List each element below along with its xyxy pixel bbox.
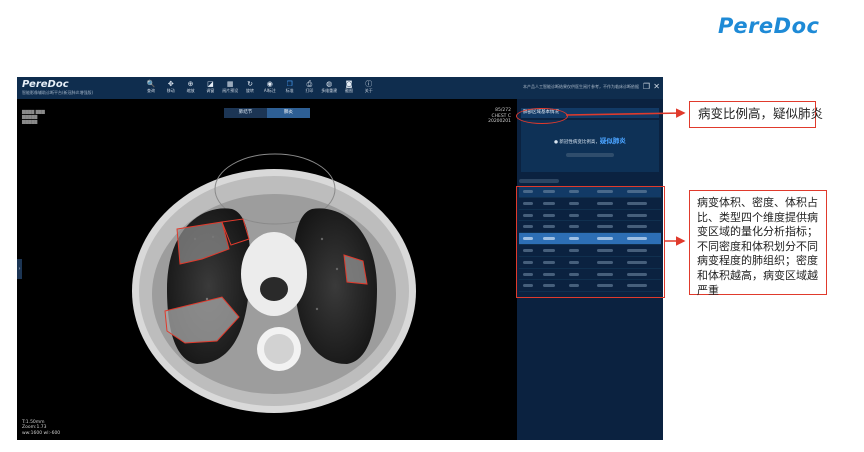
- tool-button-copy[interactable]: ❐ 标准: [280, 80, 300, 94]
- tool-label: 打印: [305, 88, 314, 93]
- scan-params: T:1.50mm Zoom:1.73 ww:1600 wl:-600: [22, 420, 60, 437]
- print-icon: ⎙: [306, 80, 313, 88]
- tool-button-info[interactable]: ⓘ 关于: [359, 80, 379, 94]
- window-icon: ◪: [207, 80, 214, 88]
- tool-label: 缩放: [186, 88, 195, 93]
- viewer-mode-tabs: 肺结节 肺炎: [224, 108, 310, 118]
- study-date: 20200201: [488, 119, 511, 124]
- diagnosis-result: ● 新冠性病变比例高，疑似肺炎: [521, 135, 659, 145]
- close-icon[interactable]: ✕: [653, 82, 660, 91]
- tool-label: 关于: [364, 88, 373, 93]
- ct-viewer[interactable]: 肺结节 肺炎 ▇▇▇▇ ▇▇▇ ▇▇▇▇▇ ▇▇▇▇▇ 85/272 CHEST C…: [17, 99, 517, 440]
- tool-label: 标准: [285, 88, 294, 93]
- tool-label: 旋转: [246, 88, 254, 93]
- tab-pneumonia[interactable]: 肺炎: [267, 108, 310, 118]
- app-subtitle: 智能影像辅助诊断平台(新冠肺炎增强版): [22, 90, 94, 95]
- copy-icon: ❐: [286, 80, 293, 88]
- ct-scan-image: [132, 153, 416, 413]
- tool-label: 截图: [345, 88, 353, 93]
- tool-button-globe[interactable]: ◍ 多维重建: [319, 80, 339, 94]
- zoom-icon: ⊕: [187, 80, 194, 88]
- callout-diagnosis: 病变比例高，疑似肺炎: [689, 101, 823, 128]
- tool-label: AI标注: [263, 88, 276, 93]
- tool-label: 移动: [166, 88, 175, 93]
- table-title: [519, 179, 559, 183]
- annotation-box: [516, 186, 665, 298]
- tab-nodule[interactable]: 肺结节: [224, 108, 267, 118]
- callout-quantification: 病变体积、密度、体积占比、类型四个维度提供病变区域的量化分析指标；不同密度和体积…: [689, 190, 827, 297]
- layout-icon: ▦: [226, 80, 234, 88]
- tool-button-camera[interactable]: ◙ 截图: [339, 80, 359, 94]
- rotate-icon: ↻: [247, 80, 253, 88]
- tool-label: 查询: [147, 88, 155, 93]
- tool-button-window[interactable]: ◪ 调窗: [200, 80, 220, 94]
- toolbar: PereDoc 智能影像辅助诊断平台(新冠肺炎增强版) 🔍 查询 ✥ 移动 ⊕ 缩放 ◪ 调窗…: [17, 77, 663, 99]
- tool-button-move[interactable]: ✥ 移动: [161, 80, 181, 94]
- tool-label: 调窗: [206, 88, 215, 93]
- summary-detail: [566, 153, 614, 157]
- tool-button-layout[interactable]: ▦ 阅片预设: [220, 80, 240, 94]
- restore-icon[interactable]: ❐: [643, 82, 650, 91]
- search-icon: 🔍: [146, 80, 156, 88]
- move-icon: ✥: [167, 80, 174, 88]
- brand-logo: PereDoc: [718, 14, 820, 38]
- series-info: 85/272 CHEST C 20200201: [488, 108, 511, 125]
- tool-label: 多维重建: [321, 88, 338, 93]
- tool-label: 阅片预设: [222, 88, 239, 93]
- globe-icon: ◍: [326, 80, 333, 88]
- patient-info: ▇▇▇▇ ▇▇▇ ▇▇▇▇▇ ▇▇▇▇▇: [22, 109, 45, 124]
- result-prefix: ● 新冠性病变比例高，: [554, 140, 600, 145]
- sidebar-expand-handle[interactable]: ›: [17, 259, 22, 279]
- info-icon: ⓘ: [365, 80, 373, 88]
- diagnosis-summary: ● 新冠性病变比例高，疑似肺炎: [521, 120, 659, 172]
- tool-button-eye[interactable]: ◉ AI标注: [260, 80, 280, 94]
- tool-button-search[interactable]: 🔍 查询: [141, 80, 161, 94]
- window-level: ww:1600 wl:-600: [22, 430, 61, 436]
- eye-icon: ◉: [266, 80, 273, 88]
- camera-icon: ◙: [345, 80, 353, 88]
- tool-button-zoom[interactable]: ⊕ 缩放: [181, 80, 201, 94]
- disclaimer-notice: 本产品人工智能诊断结果仅供医生阅片参考，不作为临床诊断依据: [523, 84, 639, 89]
- annotation-ellipse: [516, 108, 568, 124]
- tool-button-print[interactable]: ⎙ 打印: [299, 80, 319, 94]
- tool-button-rotate[interactable]: ↻ 旋转: [240, 80, 260, 94]
- result-highlight: 疑似肺炎: [599, 137, 626, 145]
- app-logo: PereDoc: [22, 79, 69, 90]
